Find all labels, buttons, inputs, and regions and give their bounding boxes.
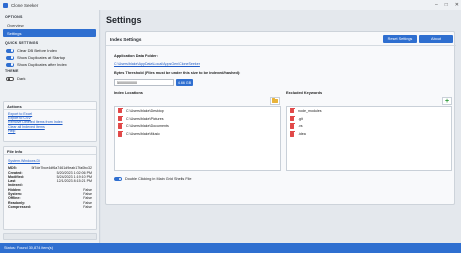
add-keyword-button[interactable]: + <box>442 97 452 105</box>
index-settings-card: Index Settings Reset Settings About Appl… <box>105 31 456 205</box>
index-locations-list: C:\Users\blake\Desktop C:\Users\blake\Pi… <box>114 106 281 171</box>
title-bar: Clone Seeker – □ ✕ <box>0 0 461 10</box>
add-location-button[interactable] <box>270 97 280 105</box>
app-data-label: Application Data Folder: <box>114 54 158 58</box>
info-row-compressed: Compressed: False <box>8 204 92 209</box>
delete-icon[interactable] <box>117 123 123 129</box>
folder-icon <box>272 98 278 103</box>
quick-setting-show-after-index: Show Duplicates after Index <box>3 61 96 68</box>
sidebar-scroll-area[interactable] <box>3 233 97 240</box>
dark-theme-toggle[interactable] <box>6 76 14 81</box>
actions-title: Actions <box>4 102 96 110</box>
excluded-keywords-label: Excluded Keywords <box>286 91 323 95</box>
clear-db-toggle[interactable] <box>6 48 14 53</box>
info-row-last-indexed: Last Indexed: 12/1/2023 8:15:21 PM <box>8 179 92 188</box>
card-divider <box>106 45 456 46</box>
quick-settings-header: QUICK SETTINGS <box>5 41 39 45</box>
list-item: C:\Users\blake\Music <box>115 130 280 138</box>
file-info-panel: File Info System.Windows.Di MD5: 5f7de7bc… <box>3 146 97 230</box>
delete-icon[interactable] <box>289 123 295 129</box>
double-click-setting: Double Clicking in Main Grid Shells File <box>114 177 191 181</box>
show-startup-label: Show Duplicates at Startup <box>17 55 66 60</box>
double-click-label: Double Clicking in Main Grid Shells File <box>125 177 192 181</box>
delete-icon[interactable] <box>117 115 123 121</box>
list-item: node_modules <box>287 107 451 115</box>
plus-icon: + <box>444 97 450 105</box>
about-button[interactable]: About <box>419 35 453 43</box>
theme-header: THEME <box>5 69 19 73</box>
delete-icon[interactable] <box>117 131 123 137</box>
reset-settings-button[interactable]: Reset Settings <box>383 35 417 43</box>
list-item: C:\Users\blake\Pictures <box>115 115 280 123</box>
page-title: Settings <box>106 15 142 25</box>
threshold-size-badge: 4.66 GB <box>176 79 193 86</box>
main-content: Settings Index Settings Reset Settings A… <box>101 10 461 243</box>
close-icon[interactable]: ✕ <box>455 2 459 8</box>
show-after-index-label: Show Duplicates after Index <box>17 62 67 67</box>
delete-icon[interactable] <box>117 107 123 114</box>
window-controls: – □ ✕ <box>435 2 459 8</box>
app-data-path-link[interactable]: C:\Users\blake\AppData\Local\AppsGen\Clo… <box>114 62 200 66</box>
quick-setting-clear-db: Clear DB Before Index <box>3 47 96 54</box>
delete-icon[interactable] <box>289 107 295 114</box>
list-item: C:\Users\blake\Documents <box>115 123 280 131</box>
double-click-toggle[interactable] <box>114 177 122 181</box>
threshold-input[interactable]: 5000000000 <box>114 79 174 86</box>
minimize-icon[interactable]: – <box>435 2 438 8</box>
status-text: Status: Found 30,874 item(s) <box>4 246 53 250</box>
delete-icon[interactable] <box>289 131 295 137</box>
dark-theme-label: Dark <box>17 76 26 81</box>
app-icon <box>3 2 8 8</box>
list-item: .vs <box>287 123 451 131</box>
show-after-index-toggle[interactable] <box>6 62 14 67</box>
list-item: C:\Users\blake\Desktop <box>115 107 280 115</box>
list-item: .idea <box>287 130 451 138</box>
status-bar: Status: Found 30,874 item(s) <box>0 243 461 253</box>
clear-db-label: Clear DB Before Index <box>17 48 58 53</box>
index-settings-title: Index Settings <box>110 37 142 42</box>
index-locations-label: Index Locations <box>114 91 143 95</box>
actions-panel: Actions Export to Excel Export to CSV Re… <box>3 101 97 142</box>
excluded-keywords-list: node_modules .git .vs .idea <box>286 106 452 171</box>
show-startup-toggle[interactable] <box>6 55 14 60</box>
theme-setting-dark: Dark <box>3 75 96 82</box>
nav-item-overview[interactable]: Overview <box>3 21 96 29</box>
options-header: OPTIONS <box>5 15 23 19</box>
help-link[interactable]: Help <box>4 129 96 133</box>
file-path-link[interactable]: System.Windows.Di <box>4 159 96 163</box>
delete-icon[interactable] <box>289 115 295 121</box>
quick-setting-show-startup: Show Duplicates at Startup <box>3 54 96 61</box>
threshold-label: Bytes Threshold (Files must be under thi… <box>114 71 241 75</box>
nav-item-settings[interactable]: Settings <box>3 29 96 37</box>
list-item: .git <box>287 115 451 123</box>
maximize-icon[interactable]: □ <box>445 2 448 8</box>
window-title: Clone Seeker <box>11 2 39 8</box>
file-info-title: File Info <box>4 147 96 155</box>
